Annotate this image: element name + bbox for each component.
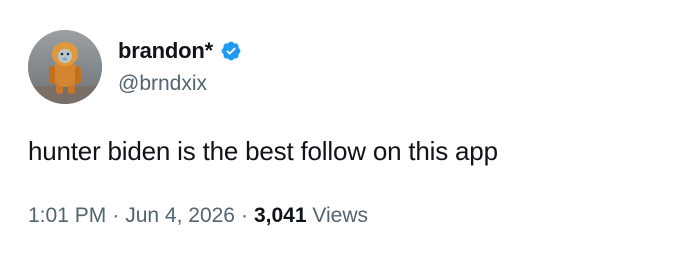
tweet-header: brandon* @brndxix [118, 36, 242, 96]
meta-separator: · [112, 204, 120, 227]
display-name[interactable]: brandon* [118, 38, 213, 64]
tweet-card: brandon* @brndxix hunter biden is the be… [0, 0, 700, 261]
meta-separator: · [240, 204, 248, 227]
user-handle[interactable]: @brndxix [118, 72, 242, 96]
tweet-text: hunter biden is the best follow on this … [28, 136, 498, 166]
avatar[interactable] [28, 30, 102, 104]
monkey-avatar-image [28, 30, 102, 104]
views-count: 3,041 [253, 204, 307, 227]
tweet-meta: 1:01 PM · Jun 4, 2026 · 3,041 Views [28, 204, 368, 228]
post-time[interactable]: 1:01 PM [28, 204, 106, 227]
name-row: brandon* [118, 36, 242, 66]
post-date[interactable]: Jun 4, 2026 [125, 204, 235, 227]
views-label: Views [312, 204, 369, 227]
verified-badge-icon[interactable] [220, 40, 242, 62]
